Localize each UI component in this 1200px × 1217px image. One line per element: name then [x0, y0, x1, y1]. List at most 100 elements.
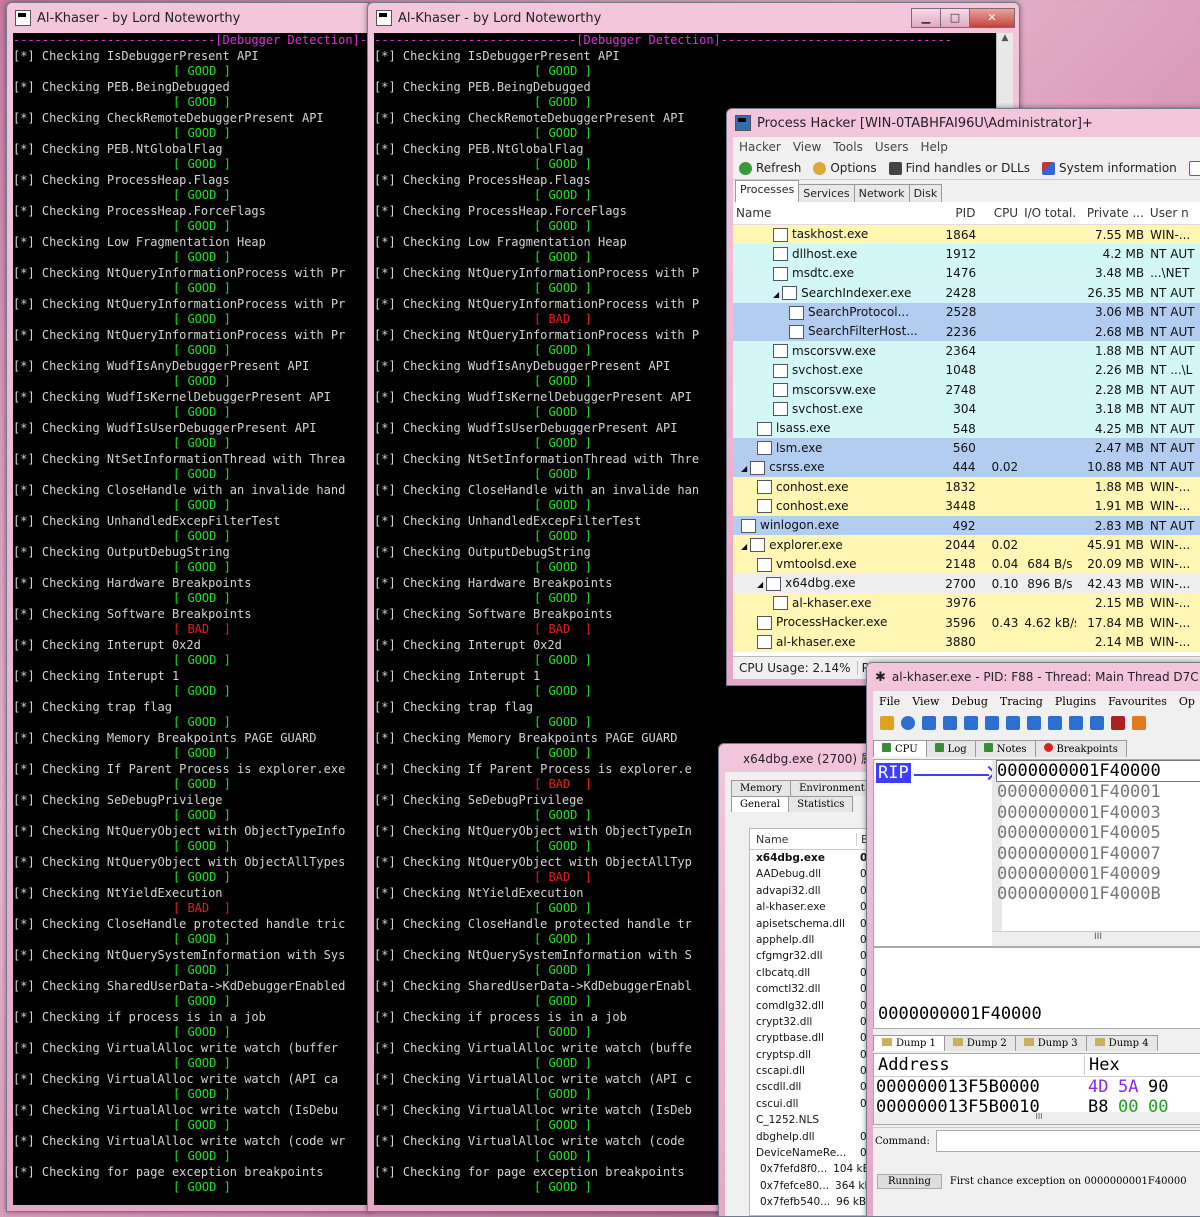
menu-item-view[interactable]: View	[906, 695, 945, 708]
process-row[interactable]: conhost.exe 3448 1.91 MB WIN-...	[733, 496, 1200, 516]
process-row[interactable]: lsass.exe 548 4.25 MB NT AUT	[733, 418, 1200, 439]
process-row[interactable]: vmtoolsd.exe 2148 0.04 684 B/s 20.09 MB WIN-.…	[733, 554, 1200, 575]
minimize-button[interactable]: ▁	[911, 8, 941, 28]
tab-breakpoints[interactable]: Breakpoints	[1034, 740, 1127, 757]
close-button[interactable]: ✕	[969, 8, 1015, 28]
run-to-user-code-icon[interactable]	[1090, 716, 1104, 730]
expand-toggle-icon[interactable]: ◢	[773, 290, 779, 299]
process-row[interactable]: ◢ csrss.exe 444 0.02 10.88 MB NT AUT	[733, 457, 1200, 478]
process-row[interactable]: msdtc.exe 1476 3.48 MB ...\NET	[733, 263, 1200, 284]
console-output[interactable]: ----------------------------[Debugger De…	[13, 33, 371, 1205]
column-user-name[interactable]: User n	[1147, 206, 1200, 220]
tab-environment[interactable]: Environment	[790, 780, 874, 796]
expand-toggle-icon[interactable]: ◢	[741, 464, 747, 473]
process-row[interactable]: mscorsvw.exe 2748 2.28 MB NT AUT	[733, 380, 1200, 400]
trace-into-icon[interactable]	[1027, 716, 1041, 730]
scylla-icon[interactable]	[1111, 716, 1125, 730]
menu-item-debug[interactable]: Debug	[945, 695, 994, 708]
process-row[interactable]: svchost.exe 304 3.18 MB NT AUT	[733, 399, 1200, 419]
menu-item-tracing[interactable]: Tracing	[994, 695, 1049, 708]
process-row[interactable]: lsm.exe 560 2.47 MB NT AUT	[733, 438, 1200, 458]
refresh-button[interactable]: Refresh	[733, 161, 807, 175]
process-row[interactable]: mscorsvw.exe 2364 1.88 MB NT AUT	[733, 341, 1200, 361]
dump-row[interactable]: 000000013F5B0000 4D 5A 90	[874, 1077, 1200, 1097]
process-row[interactable]: winlogon.exe 492 2.83 MB NT AUT	[733, 515, 1200, 536]
maximize-button[interactable]: □	[940, 8, 970, 28]
process-row[interactable]: conhost.exe 1832 1.88 MB WIN-...	[733, 477, 1200, 497]
dump-scrollbar[interactable]: III	[874, 1112, 1200, 1124]
process-row[interactable]: al-khaser.exe 3976 2.15 MB WIN-...	[733, 593, 1200, 613]
alkhaser-window-1[interactable]: Al-Khaser - by Lord Noteworthy ---------…	[6, 2, 372, 1212]
titlebar[interactable]: Al-Khaser - by Lord Noteworthy ▁ □ ✕	[368, 3, 1019, 33]
tab-cpu[interactable]: CPU	[873, 740, 927, 757]
process-row[interactable]: al-khaser.exe 3880 2.14 MB WIN-...	[733, 632, 1200, 652]
tab-dump-1[interactable]: Dump 1	[873, 1035, 945, 1051]
titlebar[interactable]: Al-Khaser - by Lord Noteworthy	[7, 3, 371, 33]
menu-item-users[interactable]: Users	[869, 140, 915, 154]
tab-notes[interactable]: Notes	[974, 740, 1036, 757]
window-icon-button[interactable]	[1183, 160, 1200, 176]
tab-services[interactable]: Services	[798, 184, 855, 202]
menu-item-help[interactable]: Help	[914, 140, 953, 154]
process-row[interactable]: svchost.exe 1048 2.26 MB NT ...\L	[733, 360, 1200, 381]
column-pid[interactable]: PID	[936, 206, 979, 220]
titlebar[interactable]: ✱ al-khaser.exe - PID: F88 - Thread: Mai…	[867, 663, 1200, 691]
titlebar[interactable]: x64dbg.exe (2700) 属	[719, 744, 887, 772]
step-into-icon[interactable]	[985, 716, 999, 730]
patch-icon[interactable]	[1132, 716, 1146, 730]
process-row[interactable]: SearchProtocol... 2528 3.06 MB NT AUT	[733, 302, 1200, 322]
scroll-up-icon[interactable]: ▲	[997, 33, 1013, 49]
column-name[interactable]: Name	[733, 206, 936, 220]
open-icon[interactable]	[880, 716, 894, 730]
dump-address-header[interactable]: Address	[874, 1055, 1084, 1075]
tab-processes[interactable]: Processes	[735, 180, 800, 202]
dump-view[interactable]: Address Hex 000000013F5B0000 4D 5A 90 000000…	[873, 1053, 1200, 1125]
expand-toggle-icon[interactable]: ◢	[741, 542, 747, 551]
run-icon[interactable]	[943, 716, 957, 730]
menu-item-op[interactable]: Op	[1173, 695, 1200, 708]
trace-over-icon[interactable]	[1048, 716, 1062, 730]
process-row[interactable]: ◢ x64dbg.exe 2700 0.10 896 B/s 42.43 MB WIN-..…	[733, 574, 1200, 594]
options-button[interactable]: Options	[807, 161, 882, 175]
system-information-button[interactable]: System information	[1036, 161, 1183, 175]
menu-item-favourites[interactable]: Favourites	[1102, 695, 1173, 708]
expand-toggle-icon[interactable]: ◢	[757, 580, 763, 589]
menu-item-plugins[interactable]: Plugins	[1049, 695, 1102, 708]
column-cpu[interactable]: CPU	[978, 206, 1021, 220]
menu-item-file[interactable]: File	[873, 695, 906, 708]
tab-dump-2[interactable]: Dump 2	[943, 1035, 1016, 1051]
disassembly-view[interactable]: RIP 0000000001F40000 0000000001F40001 0000…	[873, 759, 1200, 947]
menu-item-view[interactable]: View	[787, 140, 827, 154]
command-input[interactable]	[935, 1130, 1200, 1152]
process-row[interactable]: SearchFilterHost... 2236 2.68 MB NT AUT	[733, 321, 1200, 342]
column-private-bytes[interactable]: Private ...	[1075, 206, 1147, 220]
column-io-total[interactable]: I/O total...	[1021, 206, 1075, 220]
tab-disk[interactable]: Disk	[908, 184, 943, 202]
titlebar[interactable]: Process Hacker [WIN-0TABHFAI96U\Administ…	[727, 109, 1200, 137]
menu-item-tools[interactable]: Tools	[827, 140, 869, 154]
process-row[interactable]: ◢ SearchIndexer.exe 2428 26.35 MB NT AUT	[733, 283, 1200, 303]
stop-icon[interactable]	[922, 716, 936, 730]
process-list[interactable]: taskhost.exe 1864 7.55 MB WIN-... dllhost.ex…	[733, 225, 1200, 652]
x64dbg-main-window[interactable]: ✱ al-khaser.exe - PID: F88 - Thread: Mai…	[866, 662, 1200, 1217]
horizontal-scrollbar[interactable]: III	[992, 931, 1200, 946]
pause-icon[interactable]	[964, 716, 978, 730]
dump-hex-header[interactable]: Hex	[1084, 1055, 1120, 1075]
x64dbg-properties-window[interactable]: x64dbg.exe (2700) 属 Memory Environment Ge…	[718, 743, 888, 1217]
tab-dump-3[interactable]: Dump 3	[1014, 1035, 1087, 1051]
tab-log[interactable]: Log	[925, 740, 976, 757]
tab-statistics[interactable]: Statistics	[788, 796, 854, 812]
tab-memory[interactable]: Memory	[731, 780, 792, 796]
column-name[interactable]: Name	[750, 833, 856, 846]
menu-item-hacker[interactable]: Hacker	[733, 140, 787, 154]
process-hacker-window[interactable]: Process Hacker [WIN-0TABHFAI96U\Administ…	[726, 108, 1200, 686]
process-row[interactable]: ◢ explorer.exe 2044 0.02 45.91 MB WIN-...	[733, 535, 1200, 555]
find-handles-button[interactable]: Find handles or DLLs	[883, 161, 1036, 175]
execute-till-return-icon[interactable]	[1069, 716, 1083, 730]
process-row[interactable]: dllhost.exe 1912 4.2 MB NT AUT	[733, 244, 1200, 264]
tab-dump-4[interactable]: Dump 4	[1085, 1035, 1158, 1051]
process-row[interactable]: ProcessHacker.exe 3596 0.43 4.62 kB/s 17.84 …	[733, 612, 1200, 633]
tab-network[interactable]: Network	[853, 184, 910, 202]
restart-icon[interactable]	[901, 716, 915, 730]
process-row[interactable]: taskhost.exe 1864 7.55 MB WIN-...	[733, 225, 1200, 245]
